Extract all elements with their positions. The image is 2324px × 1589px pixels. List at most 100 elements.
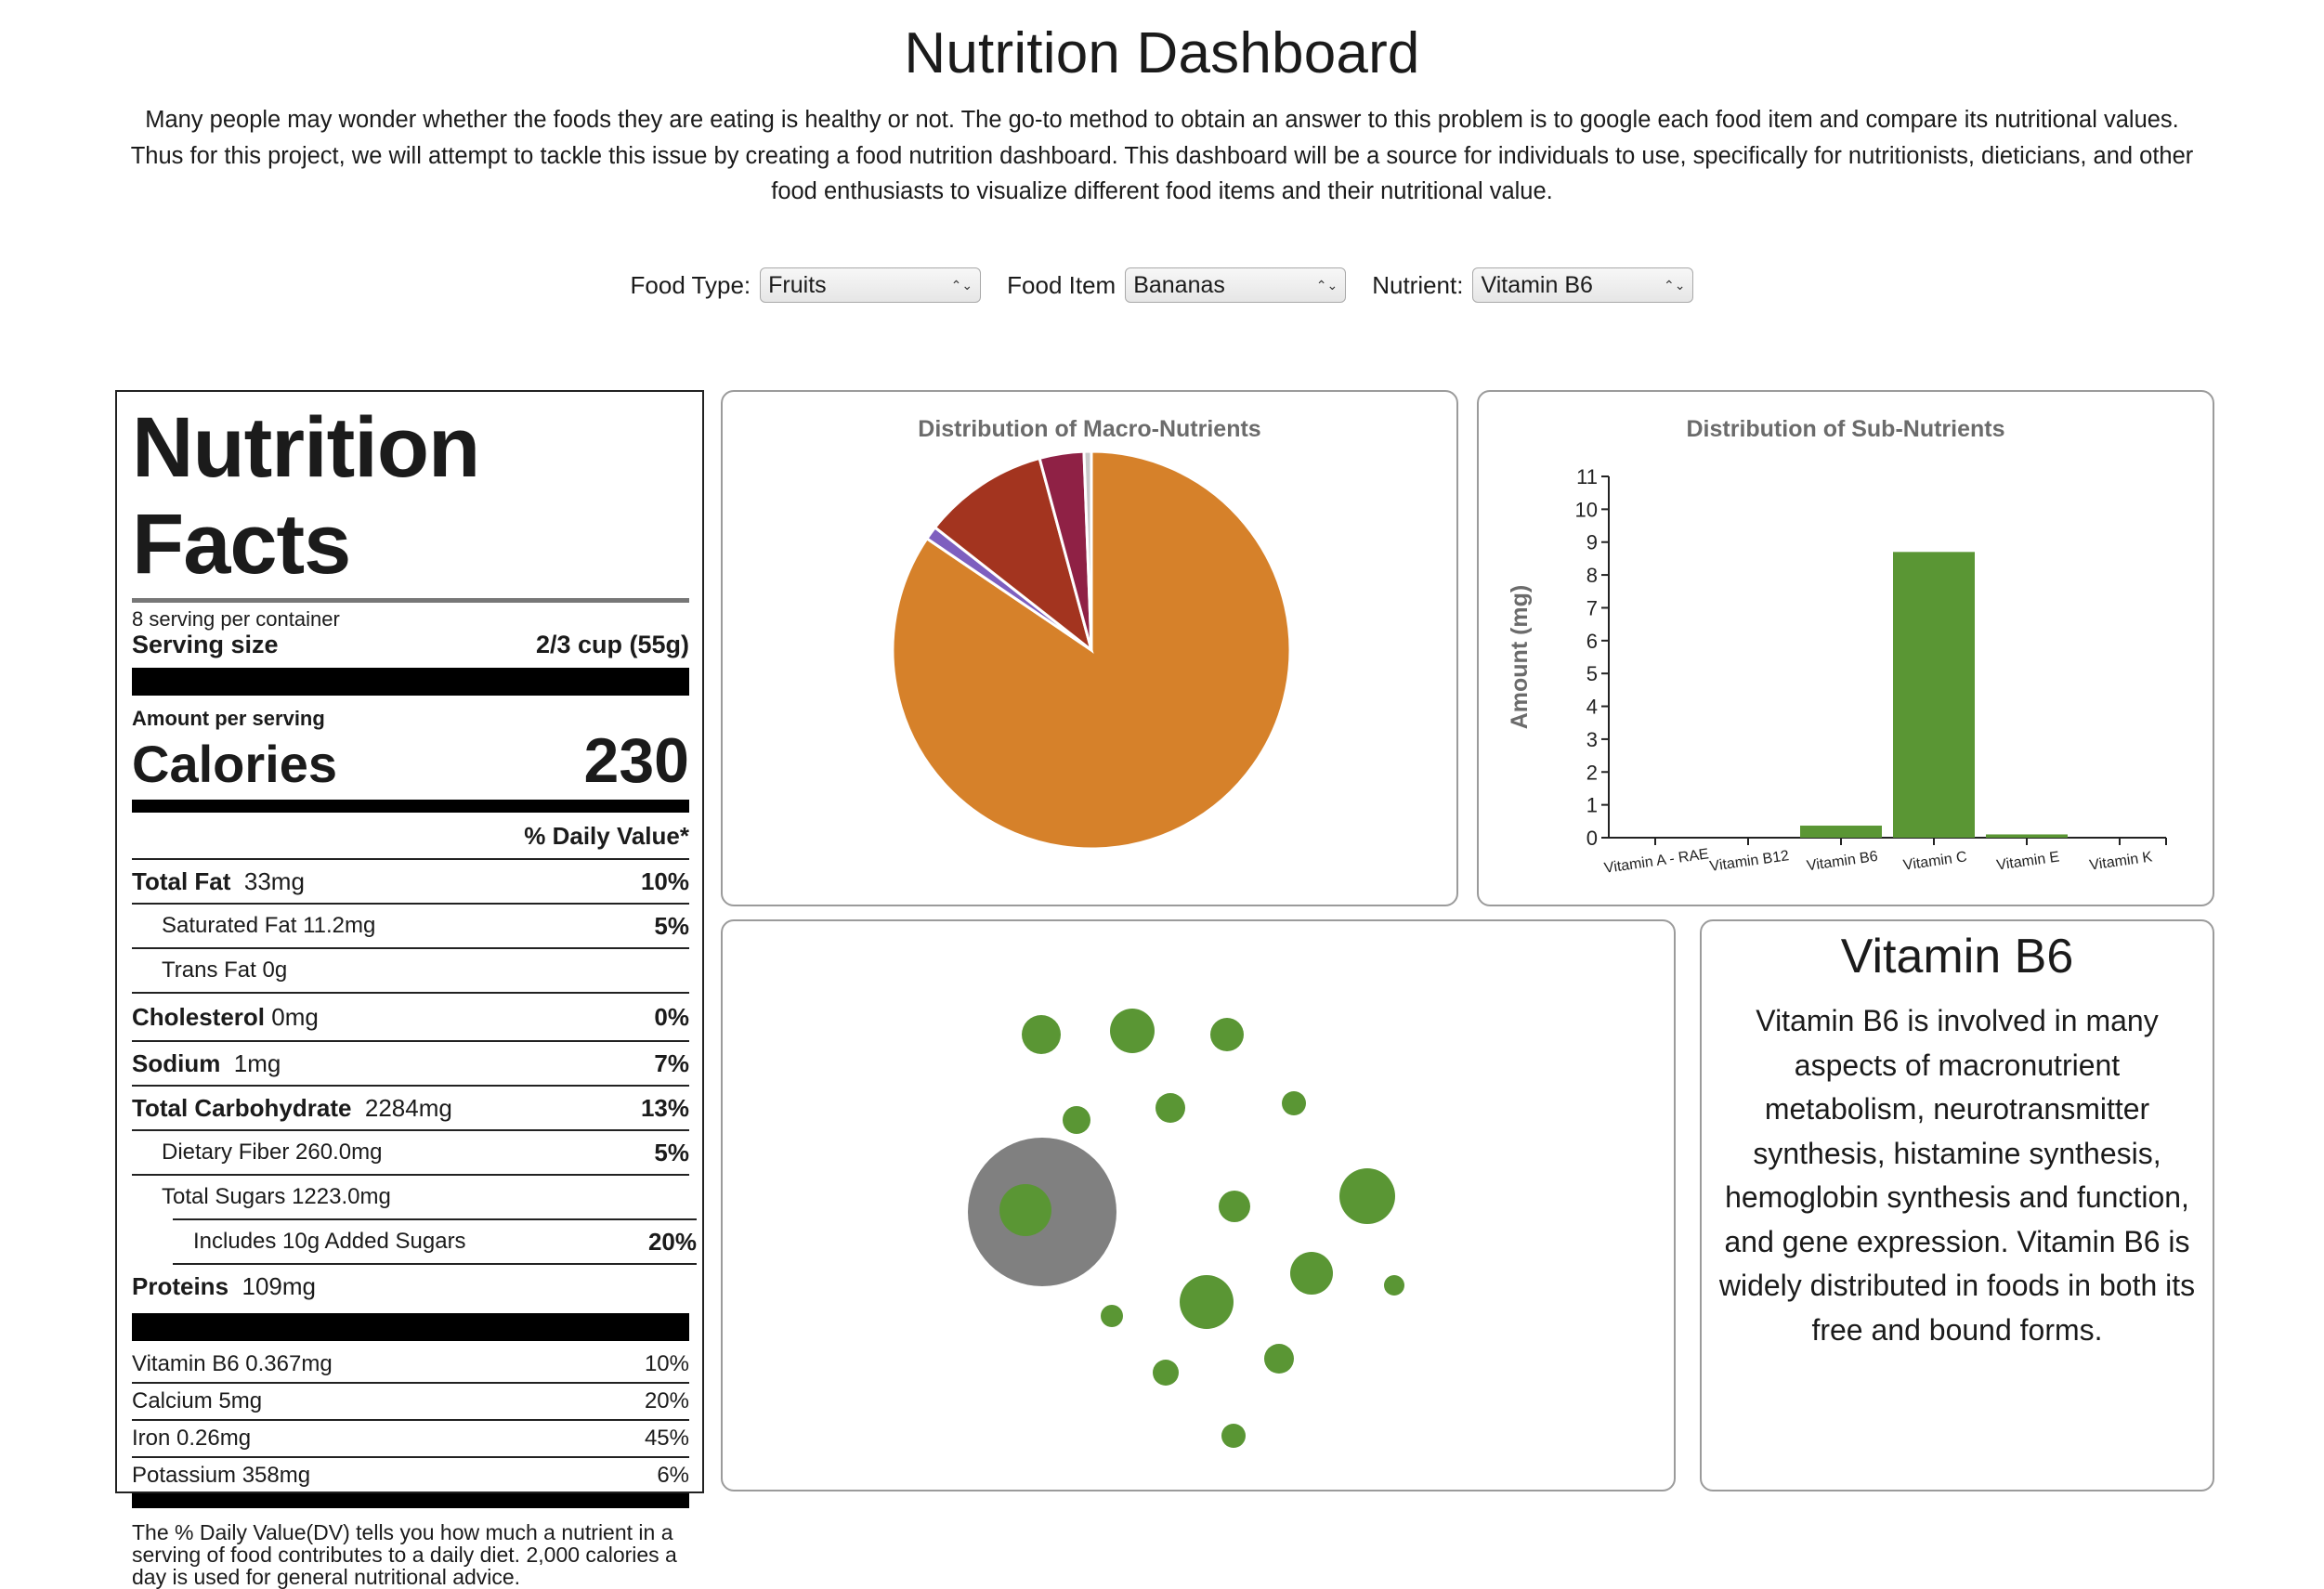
calories-value: 230 [583,725,689,796]
daily-value-header: % Daily Value* [132,813,689,860]
nutrient-percent: 5% [654,911,689,940]
nutrient-row-saturated-fat: Saturated Fat 11.2mg 5% [132,905,689,949]
sub-nutrients-panel: Distribution of Sub-Nutrients 0123456789… [1477,390,2214,906]
sub-nutrients-bar-chart: 0 1 2 3 4 5 6 7 8 9 10 11 Amount (mg) Vitamin A - RAE… [1507,465,2167,877]
nutrient-name: Cholesterol [132,1002,266,1031]
y-tick-label: 9 [1586,531,1598,554]
nutrition-facts-title: Nutrition Facts [132,400,480,592]
nutrient-bubble[interactable] [1210,1018,1244,1051]
nutrient-row-cholesterol: Cholesterol 0mg 0% [132,994,689,1042]
vitamin-name: Vitamin B6 0.367mg [132,1351,333,1376]
food-type-value: Fruits [768,271,827,298]
nutrient-bubble[interactable] [1219,1191,1250,1222]
nutrient-description-panel: Vitamin B6 Vitamin B6 is involved in man… [1700,919,2214,1491]
x-tick-label: Vitamin B6 [1806,849,1879,875]
vitamin-name: Calcium 5mg [132,1388,263,1413]
y-tick-label: 10 [1575,498,1598,521]
y-tick-label: 11 [1576,465,1598,488]
serving-size-label: Serving size [132,631,279,658]
divider [132,668,689,696]
vitamin-percent: 10% [644,1351,689,1376]
y-tick-label: 6 [1586,630,1598,653]
filter-controls: Food Type: Fruits ⌃⌄ Food Item Bananas ⌃… [0,267,2324,303]
food-item-value: Bananas [1133,271,1225,298]
y-tick-label: 2 [1586,761,1598,784]
food-item-label: Food Item [1007,270,1116,299]
vitamin-row: Calcium 5mg 20% [132,1384,689,1421]
nutrient-bubble-chart [968,1009,1404,1448]
nutrient-bubble[interactable] [1290,1252,1333,1295]
nutrient-bubble[interactable] [1264,1344,1294,1374]
nutrient-bubble-panel [721,919,1676,1491]
nutrient-amount: 0mg [271,1002,319,1031]
chevron-updown-icon: ⌃⌄ [1664,277,1686,293]
nutrient-amount: 1mg [233,1048,281,1077]
nutrient-bubble[interactable] [1221,1424,1246,1448]
intro-text: Many people may wonder whether the foods… [130,107,2194,204]
nutrient-bubble[interactable] [1110,1009,1155,1053]
macro-nutrients-panel: Distribution of Macro-Nutrients [721,390,1458,906]
nutrient-bubble[interactable] [1063,1106,1090,1134]
nutrient-row-proteins: Proteins 109mg [132,1265,689,1308]
food-type-select[interactable]: Fruits ⌃⌄ [760,267,982,303]
food-type-label: Food Type: [630,270,751,299]
nutrient-name: Total Carbohydrate [132,1093,352,1122]
y-tick-label: 0 [1586,827,1598,850]
nutrient-name: Dietary Fiber 260.0mg [162,1140,383,1165]
nutrient-row-sodium: Sodium 1mg 7% [132,1042,689,1087]
vitamin-row: Potassium 358mg 6% [132,1458,689,1493]
nutrient-name: Saturated Fat 11.2mg [162,913,376,938]
y-tick-label: 5 [1586,662,1598,685]
divider [132,800,689,813]
x-tick-label: Vitamin C [1902,849,1968,873]
y-tick-label: 7 [1586,596,1598,619]
nutrient-select[interactable]: Vitamin B6 ⌃⌄ [1472,267,1694,303]
serving-size-value: 2/3 cup (55g) [535,631,689,658]
bar[interactable] [1893,552,1975,838]
nutrient-bubble[interactable] [1339,1168,1395,1224]
nutrient-row-total-fat: Total Fat 33mg 10% [132,860,689,905]
vitamin-name: Potassium 358mg [132,1463,311,1488]
nutrient-amount: 109mg [242,1271,316,1300]
nutrient-percent: 0% [654,1002,689,1031]
vitamin-name: Iron 0.26mg [132,1426,252,1451]
nutrient-bubble[interactable] [1180,1275,1234,1329]
servings-per-container: 8 serving per container [132,607,340,631]
y-tick-label: 3 [1586,728,1598,751]
nutrient-percent: 10% [640,866,689,895]
nutrient-label: Nutrient: [1372,270,1464,299]
vitamin-row: Vitamin B6 0.367mg 10% [132,1347,689,1384]
nutrient-row-total-sugars: Total Sugars 1223.0mg [132,1176,689,1218]
chevron-updown-icon: ⌃⌄ [1315,277,1338,293]
divider [132,1313,689,1341]
nutrient-bubble[interactable] [1101,1305,1123,1327]
bar[interactable] [1800,826,1882,838]
food-item-select[interactable]: Bananas ⌃⌄ [1125,267,1347,303]
vitamin-percent: 20% [644,1388,689,1413]
vitamin-percent: 45% [644,1426,689,1451]
divider [132,598,689,603]
nutrient-bubble[interactable] [999,1184,1051,1236]
nutrient-description-title: Vitamin B6 [1840,930,2074,983]
nutrient-name: Sodium [132,1048,221,1077]
nutrient-bubble[interactable] [1155,1093,1185,1123]
nutrient-percent: 5% [654,1138,689,1166]
nutrient-bubble[interactable] [1282,1091,1306,1115]
nutrient-value: Vitamin B6 [1481,271,1593,298]
nutrient-percent: 13% [640,1093,689,1122]
y-axis-title: Amount (mg) [1507,585,1533,730]
nutrient-amount: 2284mg [364,1093,452,1122]
bar[interactable] [1986,834,2068,838]
nutrient-row-trans-fat: Trans Fat 0g [132,949,689,994]
nutrient-row-dietary-fiber: Dietary Fiber 260.0mg 5% [132,1131,689,1176]
nutrient-name: Total Sugars 1223.0mg [162,1184,391,1209]
calories-label: Calories [132,735,337,793]
nutrient-bubble[interactable] [1153,1360,1179,1386]
macro-nutrients-pie-chart [891,449,1292,851]
nutrient-bubble[interactable] [1384,1275,1404,1296]
nutrition-facts-label: Nutrition Facts 8 serving per container … [115,390,704,1588]
nutrient-percent: 7% [654,1048,689,1077]
x-tick-label: Vitamin A - RAE [1603,846,1710,877]
divider [132,1493,689,1508]
nutrient-bubble[interactable] [1022,1015,1061,1054]
